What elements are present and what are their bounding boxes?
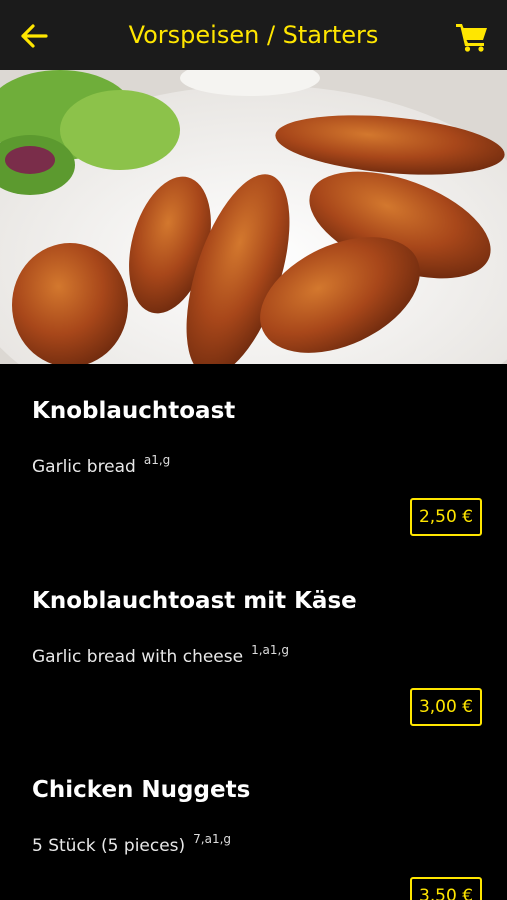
menu-item[interactable]: Chicken Nuggets 5 Stück (5 pieces) 7,a1,g… [0, 777, 507, 900]
price-button[interactable]: 3,00 € [410, 688, 482, 726]
allergen-codes: a1,g [143, 453, 171, 467]
item-description: 5 Stück (5 pieces) 7,a1,g [32, 832, 231, 856]
price-button[interactable]: 3,50 € [410, 877, 482, 900]
item-description-text: 5 Stück (5 pieces) [32, 836, 186, 856]
item-name: Knoblauchtoast [32, 398, 236, 424]
price-button[interactable]: 2,50 € [410, 498, 482, 536]
menu-item[interactable]: Knoblauchtoast Garlic bread a1,g 2,50 € [0, 398, 507, 558]
shopping-cart-icon [456, 24, 487, 52]
arrow-left-icon [21, 24, 48, 48]
item-description-text: Garlic bread [32, 457, 136, 477]
back-button[interactable] [14, 18, 54, 54]
item-name: Knoblauchtoast mit Käse [32, 588, 357, 614]
allergen-codes: 7,a1,g [193, 832, 232, 846]
page-title: Vorspeisen / Starters [128, 21, 379, 49]
cart-button[interactable] [452, 18, 492, 54]
app-header: Vorspeisen / Starters [0, 0, 507, 70]
hero-food-image [0, 70, 507, 364]
item-description-text: Garlic bread with cheese [32, 647, 244, 667]
item-name: Chicken Nuggets [32, 777, 251, 803]
item-description: Garlic bread a1,g [32, 453, 170, 477]
allergen-codes: 1,a1,g [251, 643, 289, 657]
menu-item[interactable]: Knoblauchtoast mit Käse Garlic bread wit… [0, 588, 507, 748]
item-description: Garlic bread with cheese 1,a1,g [32, 643, 289, 667]
